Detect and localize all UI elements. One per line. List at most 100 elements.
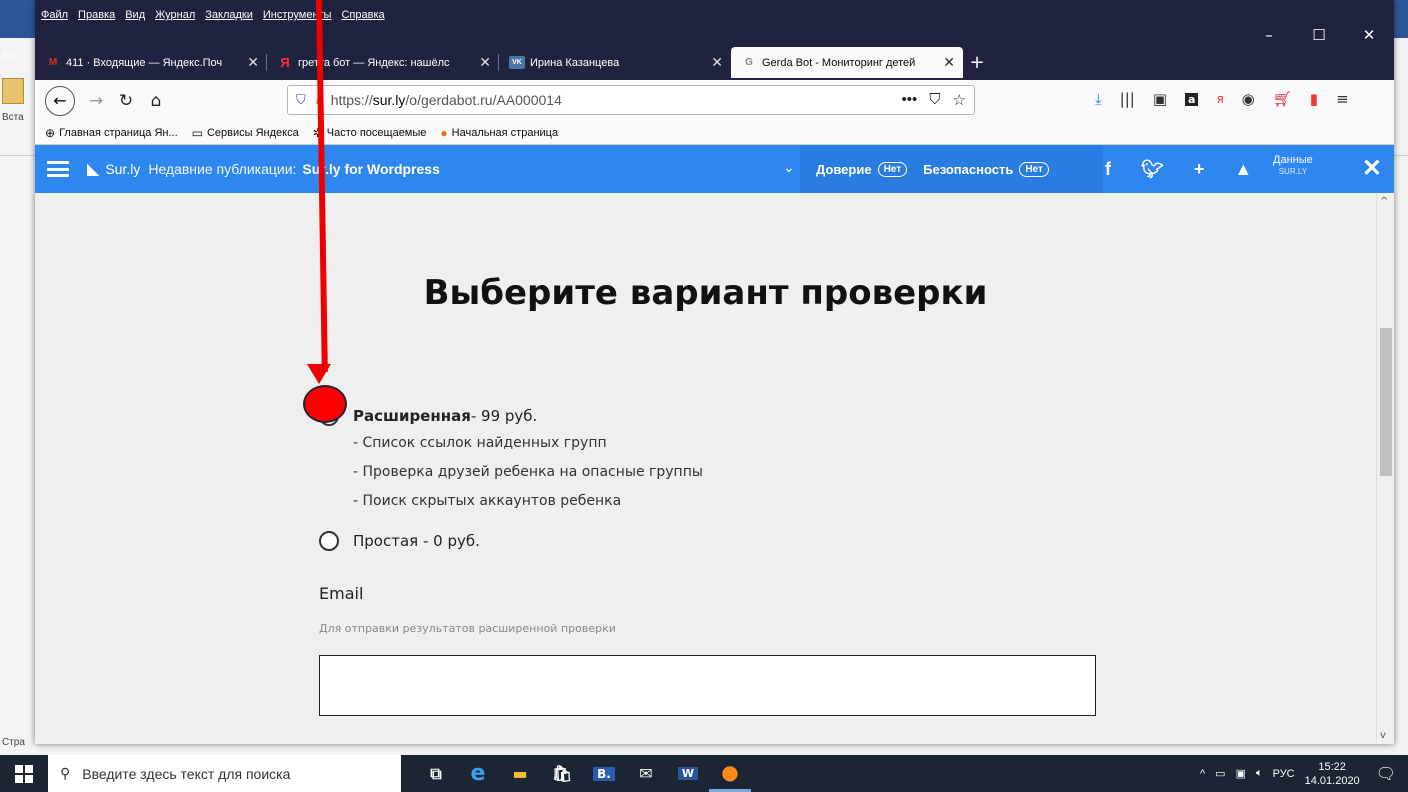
scrollbar[interactable]: ^ v (1376, 193, 1394, 744)
extension-icon[interactable]: ◉ (1242, 90, 1255, 108)
forward-icon[interactable]: → (81, 86, 111, 116)
close-icon[interactable]: ✕ (1362, 154, 1382, 183)
warning-icon[interactable]: ▲ (1234, 159, 1252, 180)
back-icon[interactable]: ← (45, 85, 75, 116)
close-tab-icon[interactable]: ✕ (943, 54, 955, 71)
folder-icon: ▭ (191, 125, 203, 140)
office-status-fragment: Стра (2, 737, 25, 748)
bookmark-star-icon[interactable]: ☆ (953, 91, 966, 109)
pocket-icon[interactable]: ⛉ (929, 91, 940, 109)
cart-icon[interactable]: 🛒︎ (1273, 90, 1292, 108)
reload-icon[interactable]: ↻ (111, 86, 141, 116)
tab-gerda[interactable]: G Gerda Bot - Мониторинг детей ✕ (731, 47, 963, 78)
hamburger-icon[interactable] (47, 161, 69, 177)
url-bar[interactable]: ⛉ 🔒︎ https://sur.ly/o/gerdabot.ru/AA0000… (287, 85, 975, 115)
clock-time: 15:22 (1318, 760, 1346, 773)
bookmark-item[interactable]: ⊕ Главная страница Ян... (45, 126, 178, 140)
security-badge: Нет (1019, 161, 1049, 177)
data-label: Данные (1273, 154, 1313, 166)
yandex-icon: Я (280, 55, 290, 70)
home-icon[interactable]: ⌂ (141, 86, 171, 116)
surly-bar: ◣ Sur.ly Недавние публикации: Sur.ly for… (35, 145, 1394, 193)
menu-history[interactable]: Журнал (155, 9, 195, 21)
bookmark-item[interactable]: ● Начальная страница (440, 126, 558, 140)
surly-brand[interactable]: Sur.ly (105, 161, 140, 177)
page-title: Выберите вариант проверки (423, 273, 988, 313)
trust-zone: Доверие Нет Безопасность Нет (800, 145, 1103, 193)
task-view-icon[interactable]: ⧉ (415, 755, 457, 792)
system-tray: ^ ▭ ▣ 🔈︎ РУС 15:22 14.01.2020 🗨︎ (1200, 755, 1408, 792)
clock[interactable]: 15:22 14.01.2020 (1305, 760, 1360, 788)
download-icon[interactable]: ⤓ (1095, 90, 1102, 108)
scroll-down-icon[interactable]: v (1380, 730, 1386, 741)
tab-title: Gerda Bot - Мониторинг детей (762, 56, 916, 69)
toolbar-right: ⤓ ||| ▣ a я ◉ 🛒︎ ▮ ≡ (1095, 90, 1349, 108)
tab-title: гретта бот — Яндекс: нашёлс (298, 56, 450, 69)
nav-bar: ← → ↻ ⌂ ⛉ 🔒︎ https://sur.ly/o/gerdabot.r… (35, 80, 1394, 121)
annotation-red-dot (303, 385, 347, 423)
url-path: /o/gerdabot.ru/AA000014 (405, 92, 562, 108)
firefox-taskbar-icon[interactable]: ● (709, 755, 751, 792)
mail-app-icon[interactable]: ✉ (625, 755, 667, 792)
window-controls: – ☐ ✕ (1244, 20, 1394, 50)
store-icon[interactable]: 🛍︎ (541, 755, 583, 792)
sidebar-icon[interactable]: ▣ (1153, 90, 1167, 108)
menu-help[interactable]: Справка (341, 9, 384, 21)
close-window-icon[interactable]: ✕ (1344, 20, 1394, 50)
trust-badge: Нет (877, 161, 908, 177)
yandex-extension-icon[interactable]: я (1216, 92, 1223, 106)
facebook-icon[interactable]: f (1105, 159, 1111, 180)
chevron-up-icon[interactable]: ^ (1200, 768, 1205, 780)
page-actions-icon[interactable]: ••• (902, 91, 918, 109)
amazon-icon[interactable]: a (1185, 92, 1199, 106)
radio-simple[interactable] (319, 531, 339, 551)
menu-bookmarks[interactable]: Закладки (205, 9, 253, 21)
plus-icon[interactable]: + (1194, 159, 1205, 180)
scroll-thumb[interactable] (1380, 328, 1392, 476)
scroll-up-icon[interactable]: ^ (1380, 196, 1388, 207)
menu-file[interactable]: Файл (41, 9, 68, 21)
battery-icon[interactable]: ▭ (1215, 767, 1225, 780)
twitter-icon[interactable]: 🐦︎ (1141, 159, 1164, 180)
data-button[interactable]: Данные SUR.LY (1273, 154, 1313, 178)
surly-logo-icon: ◣ (87, 161, 100, 178)
menu-view[interactable]: Вид (125, 9, 145, 21)
edge-icon[interactable]: e (457, 755, 499, 792)
library-icon[interactable]: ||| (1120, 90, 1135, 108)
menu-icon[interactable]: ≡ (1336, 90, 1349, 108)
tab-title: Ирина Казанцева (530, 56, 620, 69)
language-indicator[interactable]: РУС (1273, 768, 1295, 780)
maximize-icon[interactable]: ☐ (1294, 20, 1344, 50)
tab-mail[interactable]: M 411 · Входящие — Яндекс.Поч ✕ (35, 47, 267, 78)
chevron-down-icon[interactable]: ⌄ (783, 159, 795, 176)
shield-icon[interactable]: ⛉ (296, 92, 306, 108)
volume-icon[interactable]: 🔈︎ (1256, 767, 1263, 780)
search-placeholder: Введите здесь текст для поиска (82, 765, 291, 782)
firefox-icon: ● (440, 125, 448, 140)
notifications-icon[interactable]: 🗨︎ (1376, 764, 1396, 784)
email-field[interactable] (319, 655, 1096, 716)
word-icon[interactable]: W (667, 755, 709, 792)
search-icon: ⚲ (60, 765, 71, 781)
close-tab-icon[interactable]: ✕ (711, 54, 723, 71)
windows-start-icon[interactable] (0, 755, 48, 792)
taskbar-search[interactable]: ⚲ Введите здесь текст для поиска (48, 755, 401, 792)
menu-edit[interactable]: Правка (78, 9, 115, 21)
explorer-icon[interactable]: ▬ (499, 755, 541, 792)
option-extended[interactable]: Расширенная - 99 руб. (319, 406, 537, 426)
close-tab-icon[interactable]: ✕ (479, 54, 491, 71)
security-label: Безопасность (923, 161, 1014, 177)
option-simple[interactable]: Простая - 0 руб. (319, 531, 480, 551)
booking-icon[interactable]: B. (583, 755, 625, 792)
close-tab-icon[interactable]: ✕ (247, 54, 259, 71)
bookmark-item[interactable]: ✲Часто посещаемые (313, 126, 427, 140)
tab-yandex[interactable]: Я гретта бот — Яндекс: нашёлс ✕ (267, 47, 499, 78)
tab-vk[interactable]: VK Ирина Казанцева ✕ (499, 47, 731, 78)
network-icon[interactable]: ▣ (1236, 767, 1246, 780)
flag-icon[interactable]: ▮ (1310, 90, 1318, 108)
tab-strip: M 411 · Входящие — Яндекс.Поч ✕ Я гретта… (35, 47, 991, 78)
paste-icon (2, 78, 24, 104)
new-tab-icon[interactable]: + (963, 47, 991, 78)
minimize-icon[interactable]: – (1244, 20, 1294, 50)
bookmark-item[interactable]: ▭ Сервисы Яндекса (192, 126, 299, 140)
